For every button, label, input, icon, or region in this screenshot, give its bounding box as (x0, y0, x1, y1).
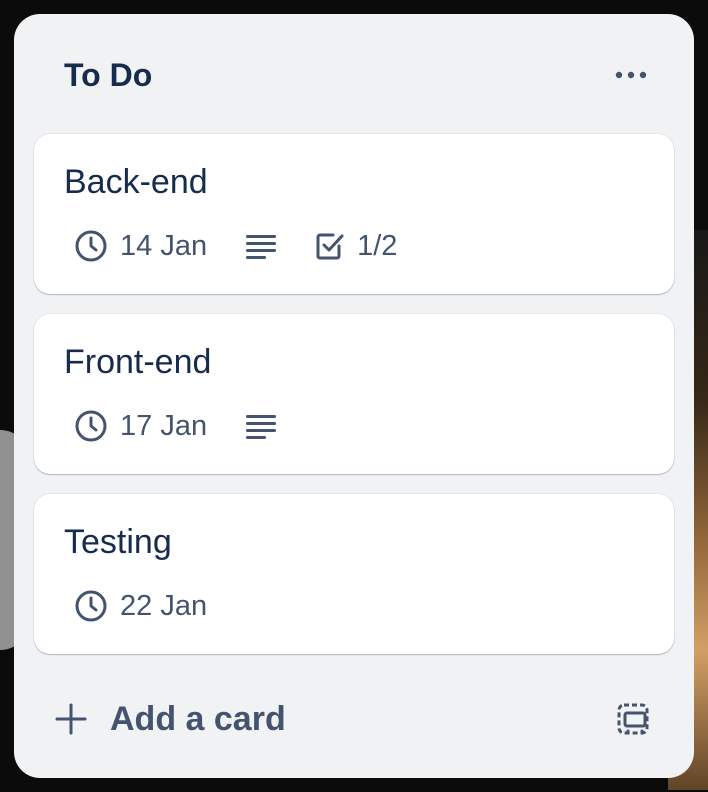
plus-icon (55, 703, 87, 735)
list-column: To Do Back-end 14 Jan 1/2 Front-end 17 J… (14, 14, 694, 778)
due-date-badge: 14 Jan (74, 226, 207, 266)
list-menu-button[interactable] (610, 58, 652, 92)
due-date-text: 17 Jan (120, 410, 208, 442)
list-title[interactable]: To Do (64, 55, 152, 95)
add-card-label: Add a card (110, 700, 286, 738)
card-template-icon (617, 703, 649, 735)
clock-icon (75, 230, 107, 262)
checklist-icon (316, 233, 344, 260)
card-title: Front-end (64, 343, 212, 381)
card-badges: 14 Jan 1/2 (74, 226, 435, 266)
clock-icon (75, 590, 107, 622)
create-from-template-button[interactable] (614, 700, 652, 738)
clock-icon (75, 410, 107, 442)
card-badges: 17 Jan (74, 406, 315, 446)
more-horizontal-icon (615, 71, 647, 79)
due-date-badge: 17 Jan (74, 406, 207, 446)
due-date-text: 22 Jan (120, 590, 208, 622)
card-title: Back-end (64, 163, 208, 201)
due-date-badge: 22 Jan (74, 586, 207, 626)
description-badge (245, 232, 277, 260)
card-testing[interactable]: Testing 22 Jan (34, 494, 674, 654)
card-badges: 22 Jan (74, 586, 245, 626)
description-icon (246, 235, 277, 259)
list-footer: Add a card (54, 694, 654, 744)
card-back-end[interactable]: Back-end 14 Jan 1/2 (34, 134, 674, 294)
description-icon (246, 415, 277, 439)
card-title: Testing (64, 523, 172, 561)
due-date-text: 14 Jan (120, 230, 208, 262)
card-front-end[interactable]: Front-end 17 Jan (34, 314, 674, 474)
checklist-count: 1/2 (357, 230, 398, 262)
checklist-badge: 1/2 (315, 226, 397, 266)
description-badge (245, 412, 277, 440)
add-card-button[interactable]: Add a card (54, 699, 286, 739)
